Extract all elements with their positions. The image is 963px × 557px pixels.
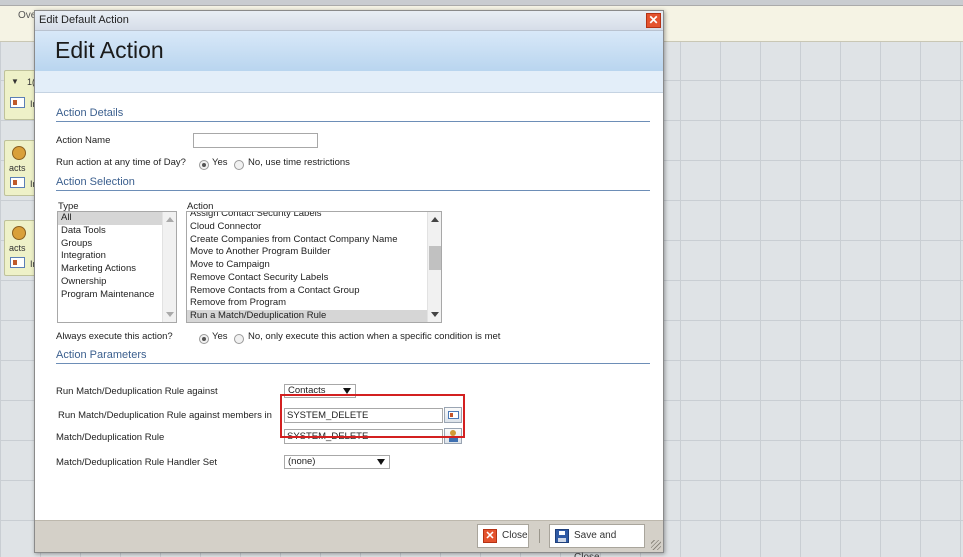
type-item-integration[interactable]: Integration xyxy=(58,250,176,263)
time-yes-radio[interactable] xyxy=(199,160,209,170)
dialog-subheader xyxy=(35,71,663,93)
close-button-label: Close xyxy=(502,530,528,541)
save-button-label: Save and Close xyxy=(574,530,617,557)
scroll-thumb[interactable] xyxy=(429,246,441,270)
dialog-header: Edit Action xyxy=(35,31,663,71)
footer-separator xyxy=(539,529,540,543)
time-of-day-label: Run action at any time of Day? xyxy=(56,157,186,168)
handler-set-select[interactable]: (none) xyxy=(284,455,390,469)
contact-card-icon xyxy=(10,177,25,188)
type-item-groups[interactable]: Groups xyxy=(58,238,176,251)
action-item-cloud-connector[interactable]: Cloud Connector xyxy=(187,221,441,234)
scroll-down-icon[interactable] xyxy=(431,312,439,317)
contacts-icon xyxy=(12,226,26,240)
type-listbox[interactable]: All Data Tools Groups Integration Market… xyxy=(57,211,177,323)
action-item-remove-contacts-from-group[interactable]: Remove Contacts from a Contact Group xyxy=(187,285,441,298)
edit-action-dialog: Edit Default Action ✕ Edit Action Action… xyxy=(34,10,664,557)
action-name-input[interactable] xyxy=(193,133,318,148)
close-icon: ✕ xyxy=(483,529,497,543)
save-icon xyxy=(555,529,569,543)
action-item-create-companies[interactable]: Create Companies from Contact Company Na… xyxy=(187,234,441,247)
action-list-scrollbar[interactable] xyxy=(427,212,441,322)
always-no-label: No, only execute this action when a spec… xyxy=(248,331,501,342)
action-item-move-to-campaign[interactable]: Move to Campaign xyxy=(187,259,441,272)
type-item-ownership[interactable]: Ownership xyxy=(58,276,176,289)
close-icon[interactable]: ✕ xyxy=(646,13,661,28)
node-label: acts xyxy=(9,163,26,173)
type-item-data-tools[interactable]: Data Tools xyxy=(58,225,176,238)
save-and-close-button[interactable]: Save and Close xyxy=(549,524,645,557)
time-no-radio[interactable] xyxy=(234,160,244,170)
chevron-down-icon: ▼ xyxy=(11,77,19,86)
handler-set-value: (none) xyxy=(288,456,316,467)
dedup-rule-label: Match/Deduplication Rule xyxy=(56,432,165,443)
node-label: acts xyxy=(9,243,26,253)
resize-grip-icon[interactable] xyxy=(651,540,661,550)
contacts-icon xyxy=(12,146,26,160)
close-button[interactable]: ✕ Close xyxy=(477,524,529,548)
time-no-label: No, use time restrictions xyxy=(248,157,350,168)
handler-set-label: Match/Deduplication Rule Handler Set xyxy=(56,457,218,468)
contact-card-icon xyxy=(10,257,25,268)
action-listbox[interactable]: Assign Contact Security Labels Cloud Con… xyxy=(186,211,442,323)
run-against-label: Run Match/Deduplication Rule against xyxy=(56,386,218,397)
always-no-radio[interactable] xyxy=(234,334,244,344)
action-item-move-to-another-program-builder[interactable]: Move to Another Program Builder xyxy=(187,246,441,259)
dialog-content: Action Details Action Name Run action at… xyxy=(35,93,663,520)
type-list-scrollbar[interactable] xyxy=(162,212,176,322)
action-name-label: Action Name xyxy=(56,135,111,146)
contact-card-icon xyxy=(10,97,25,108)
action-item-run-match-dedup-rule[interactable]: Run a Match/Deduplication Rule xyxy=(187,310,441,322)
members-in-label: Run Match/Deduplication Rule against mem… xyxy=(58,410,272,421)
dialog-footer: ✕ Close Save and Close xyxy=(35,520,663,557)
dialog-titlebar[interactable]: Edit Default Action ✕ xyxy=(35,11,663,31)
scroll-up-icon[interactable] xyxy=(166,217,174,222)
type-item-marketing-actions[interactable]: Marketing Actions xyxy=(58,263,176,276)
action-list-inner: Assign Contact Security Labels Cloud Con… xyxy=(187,212,441,322)
section-heading-action-details: Action Details xyxy=(56,106,650,122)
page-title: Edit Action xyxy=(55,37,164,63)
type-item-program-maintenance[interactable]: Program Maintenance xyxy=(58,289,176,302)
always-yes-radio[interactable] xyxy=(199,334,209,344)
section-heading-action-parameters: Action Parameters xyxy=(56,348,650,364)
type-item-all[interactable]: All xyxy=(58,212,176,225)
always-execute-label: Always execute this action? xyxy=(56,331,173,342)
section-heading-action-selection: Action Selection xyxy=(56,175,650,191)
always-yes-label: Yes xyxy=(212,331,228,342)
time-yes-label: Yes xyxy=(212,157,228,168)
dropdown-arrow-icon xyxy=(377,459,385,465)
highlight-annotation xyxy=(280,394,465,438)
action-item-remove-contact-security-labels[interactable]: Remove Contact Security Labels xyxy=(187,272,441,285)
action-item-remove-from-program[interactable]: Remove from Program xyxy=(187,297,441,310)
action-item-assign-contact-security-labels[interactable]: Assign Contact Security Labels xyxy=(187,212,441,221)
scroll-up-icon[interactable] xyxy=(431,217,439,222)
scroll-down-icon[interactable] xyxy=(166,312,174,317)
dialog-title: Edit Default Action xyxy=(39,14,129,26)
